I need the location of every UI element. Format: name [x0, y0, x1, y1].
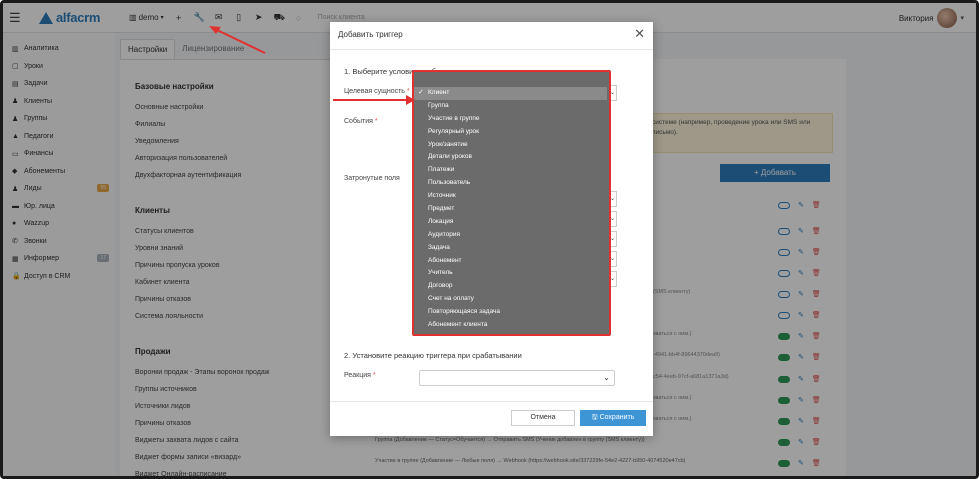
save-button[interactable]: 🖫 Сохранить — [580, 410, 646, 426]
app-frame: ☰ alfacrm ▥ demo ▾ + 🔧 ✉ ▯ ➤ ⛟ ○ Поиск к… — [0, 0, 979, 479]
events-label: События * — [344, 118, 378, 125]
modal-title: Добавить триггер — [338, 30, 403, 39]
reaction-label: Реакция * — [344, 372, 376, 379]
divider — [330, 401, 653, 402]
affected-fields-label: Затронутые поля — [344, 175, 400, 182]
close-icon[interactable]: ✕ — [634, 26, 645, 42]
reaction-select[interactable]: ⌄ — [419, 370, 615, 386]
floppy-disk-icon: 🖫 — [591, 414, 600, 421]
step-2-heading: 2. Установите реакцию триггера при сраба… — [344, 351, 522, 360]
highlight-box — [412, 70, 611, 336]
cancel-button[interactable]: Отмена — [511, 410, 575, 426]
divider — [330, 49, 653, 50]
chevron-down-icon: ⌄ — [603, 373, 610, 382]
target-entity-label: Целевая сущность * — [344, 88, 410, 95]
